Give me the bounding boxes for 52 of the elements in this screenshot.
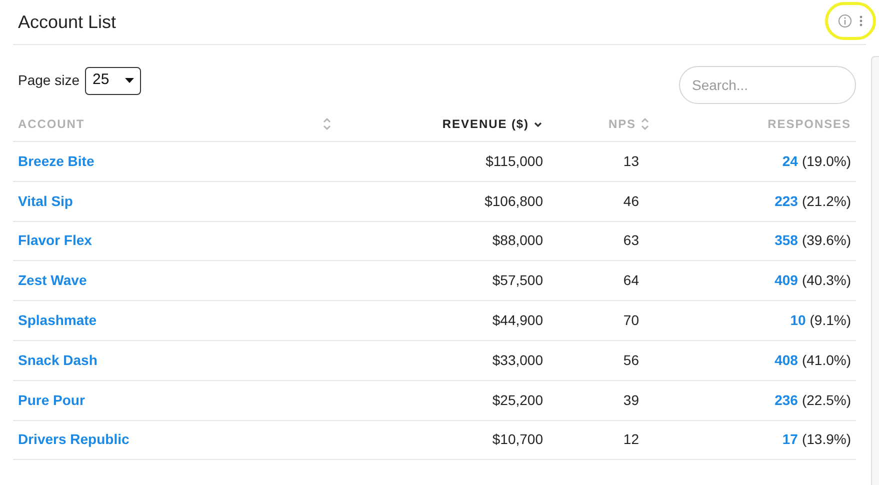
scrollbar-track[interactable]: [871, 56, 879, 485]
account-link[interactable]: Splashmate: [18, 312, 97, 328]
info-icon[interactable]: [838, 14, 852, 28]
account-link[interactable]: Drivers Republic: [18, 431, 130, 448]
nps-value: 63: [623, 232, 639, 248]
responses-link[interactable]: 236: [774, 390, 798, 411]
account-link[interactable]: Vital Sip: [18, 192, 73, 209]
responses-share: (21.2%): [802, 192, 851, 211]
nps-value: 13: [623, 152, 639, 169]
column-header[interactable]: REVENUE ($): [442, 114, 529, 132]
page-size-label: Page size: [18, 71, 80, 90]
account-link[interactable]: Zest Wave: [18, 272, 87, 288]
responses-link[interactable]: 17: [782, 429, 798, 450]
nps-value: 56: [623, 352, 639, 368]
responses-link[interactable]: 358: [774, 230, 798, 252]
more-options-icon[interactable]: [859, 15, 863, 27]
responses-link[interactable]: 409: [774, 270, 798, 292]
account-link[interactable]: Snack Dash: [18, 352, 98, 368]
account-link[interactable]: Breeze Bite: [18, 152, 94, 169]
responses-link[interactable]: 408: [774, 350, 798, 371]
responses-link[interactable]: 223: [774, 190, 798, 212]
responses-share: (19.0%): [802, 152, 851, 171]
nps-value: 64: [623, 272, 639, 288]
nps-value: 39: [623, 392, 639, 408]
page-size-dropdown[interactable]: 25: [85, 66, 142, 94]
revenue-value: $106,800: [484, 192, 543, 209]
responses-share: (13.9%): [802, 430, 851, 450]
responses-link[interactable]: 10: [790, 310, 806, 332]
search-field[interactable]: Search...: [679, 66, 856, 104]
responses-share: (40.3%): [802, 271, 851, 290]
revenue-value: $115,000: [486, 152, 543, 169]
revenue-value: $88,000: [492, 232, 543, 248]
revenue-value: $25,200: [492, 392, 543, 408]
revenue-value: $57,500: [492, 272, 543, 288]
responses-link[interactable]: 24: [782, 150, 798, 172]
responses-share: (9.1%): [810, 311, 851, 330]
revenue-value: $10,700: [492, 431, 543, 448]
page-title: Account List: [17, 10, 116, 34]
responses-share: (41.0%): [802, 350, 851, 370]
responses-share: (39.6%): [802, 231, 851, 250]
revenue-value: $33,000: [492, 352, 543, 368]
column-header: RESPONSES: [768, 116, 851, 132]
revenue-value: $44,900: [492, 312, 543, 328]
caret-icon: [125, 78, 134, 83]
account-link[interactable]: Flavor Flex: [18, 232, 92, 248]
nps-value: 46: [623, 192, 639, 209]
account-link[interactable]: Pure Pour: [18, 392, 85, 408]
responses-share: (22.5%): [802, 390, 851, 410]
nps-value: 12: [623, 431, 639, 448]
column-header[interactable]: NPS: [608, 114, 636, 132]
nps-value: 70: [623, 312, 639, 328]
column-header[interactable]: ACCOUNT: [18, 114, 85, 132]
